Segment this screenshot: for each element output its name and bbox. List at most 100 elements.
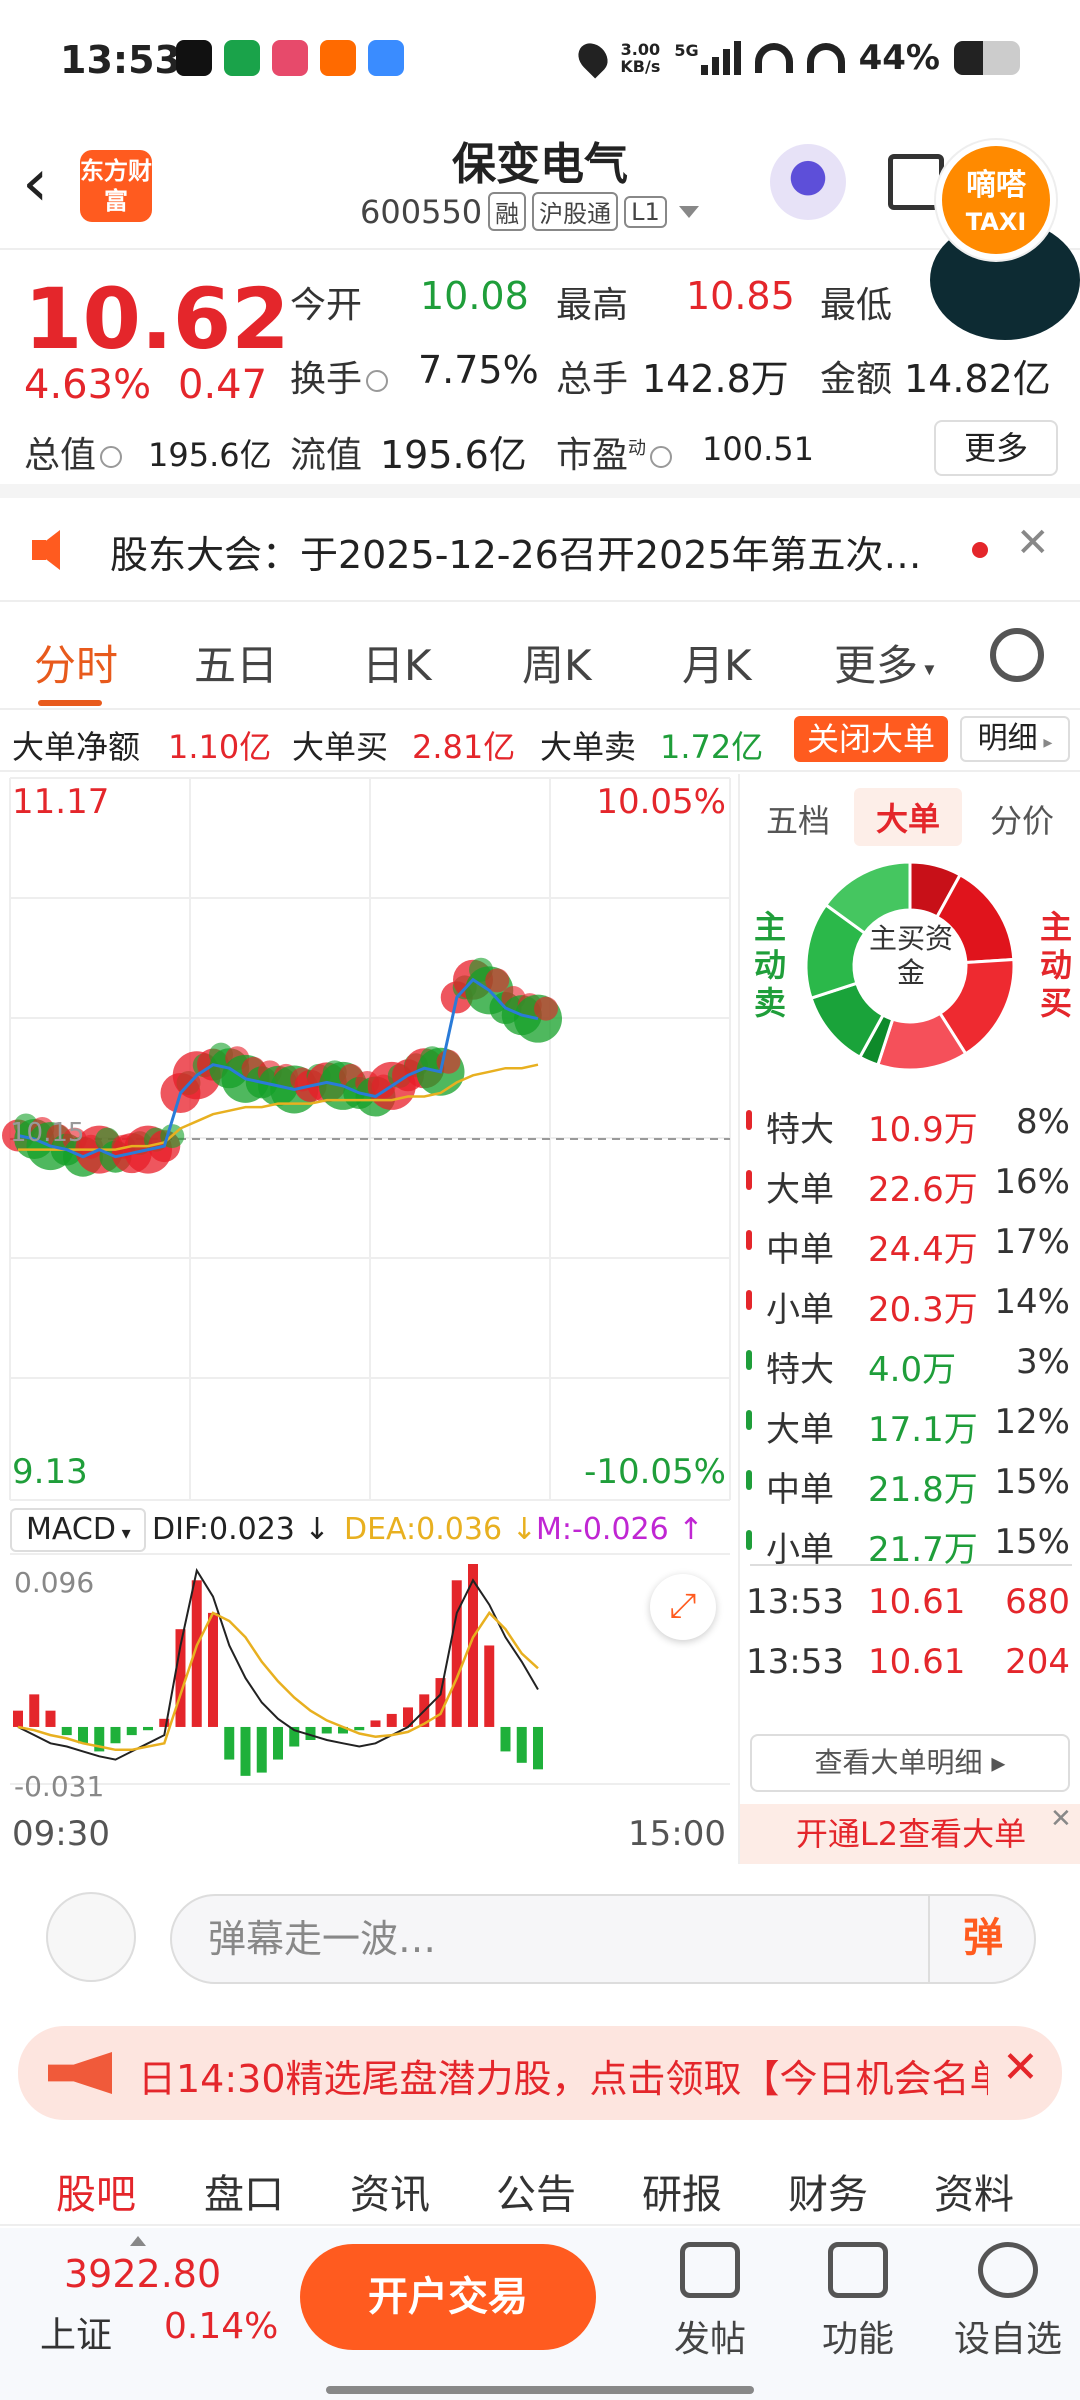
gear-icon[interactable] [990,628,1044,682]
chart-period-tabs: 分时 五日 日K 周K 月K 更多 ▾ [0,604,1080,710]
wifi-icon [754,43,793,73]
tab-research[interactable]: 研报 [642,2162,722,2220]
macd-dif: DIF:0.023 ↓ [152,1512,330,1547]
wifi-icon-2 [806,43,845,73]
flow-value: 22.6万 [868,1170,978,1210]
taxi-ad-button[interactable]: 嘀嗒 TAXI [936,140,1056,260]
flow-pct: 16% [994,1162,1070,1202]
tab-weekly-k[interactable]: 周K [522,632,592,693]
flow-pct: 17% [994,1222,1070,1262]
info-icon[interactable] [650,446,673,468]
function-button[interactable]: 功能 [798,2242,918,2362]
close-icon[interactable]: ✕ [1002,2042,1039,2093]
macd-bar [386,1713,397,1727]
tab-forum[interactable]: 股吧 [56,2162,136,2220]
post-button[interactable]: 发帖 [650,2242,770,2362]
big-order-summary: 大单净额 1.10亿 大单买 2.81亿 大单卖 1.72亿 关闭大单 明细 ▸ [0,712,1080,772]
buy-label: 大单买 [292,728,389,766]
flow-label: 特大 [766,1110,834,1150]
tick-price: 10.61 [868,1582,966,1622]
stock-code-row[interactable]: 600550 融 沪股通 L1 [360,192,699,231]
alibaba-icon [320,40,356,76]
tab-big-order[interactable]: 大单 [854,788,963,846]
flow-marker [746,1290,752,1310]
info-icon[interactable] [366,370,389,392]
detail-button[interactable]: 明细 ▸ [960,716,1070,762]
macd-axis-bottom: -0.031 [14,1770,105,1803]
tab-more[interactable]: 更多 ▾ [834,632,934,693]
comment-settings-icon[interactable] [46,1892,136,1982]
flow-label: 大单 [766,1410,834,1450]
volume-value: 142.8万 [642,357,789,401]
close-icon[interactable]: ✕ [1016,520,1050,566]
high-value: 10.85 [686,274,795,318]
macd-axis-top: 0.096 [14,1566,95,1599]
turnover-value: 7.75% [418,348,539,392]
open-l2-banner[interactable]: 开通L2查看大单 [740,1804,1080,1864]
tab-finance[interactable]: 财务 [788,2162,868,2220]
macd-bar [451,1580,462,1727]
promo-banner[interactable]: 日14:30精选尾盘潜力股，点击领取【今日机会名单 ✕ [18,2026,1062,2120]
tick-volume: 680 [1005,1582,1070,1622]
tab-price-dist[interactable]: 分价 [990,796,1054,842]
info-icon[interactable] [100,446,123,468]
index-value[interactable]: 3922.80 [64,2252,221,2296]
tick-time: 13:53 [746,1582,844,1622]
tiktok-icon [176,40,212,76]
tab-daily-k[interactable]: 日K [362,632,432,693]
tab-monthly-k[interactable]: 月K [682,632,752,693]
macd-selector[interactable]: MACD ▾ [10,1508,146,1552]
danmaku-input[interactable]: 弹幕走一波… [170,1894,1036,1984]
tab-orderbook[interactable]: 盘口 [204,2162,284,2220]
tab-five-level[interactable]: 五档 [766,796,830,842]
open-account-trade-button[interactable]: 开户交易 [300,2244,596,2350]
tick-volume: 204 [1005,1642,1070,1682]
tab-five-day[interactable]: 五日 [194,632,278,693]
unread-dot [972,542,988,558]
flow-row: 中单 21.8万 15% [740,1452,1080,1512]
megaphone-icon [48,2052,112,2094]
macd-bar [435,1678,446,1727]
status-bar: 13:53 3.00 KB/s 5G 44% [0,0,1080,120]
edit-icon [680,2242,740,2298]
amount-label: 金额 [820,359,893,400]
flow-pct: 12% [994,1402,1070,1442]
status-right: 3.00 KB/s 5G 44% [572,37,1020,79]
macd-bar [110,1726,121,1744]
sell-value: 1.72亿 [660,728,764,766]
open-label: 今开 [290,285,363,326]
flow-marker [746,1170,752,1190]
intraday-chart[interactable]: 11.17 10.05% 10.15 9.13 -10.05% MACD ▾ D… [0,774,736,1864]
status-time: 13:53 [60,38,181,82]
close-icon[interactable]: ✕ [1050,1804,1072,1834]
current-price: 10.62 [24,270,290,368]
send-danmaku-button[interactable]: 弹 [928,1894,1036,1984]
tick-row: 13:53 10.61 680 [740,1582,1080,1626]
flow-row: 特大 4.0万 3% [740,1332,1080,1392]
notification-icons [176,40,404,76]
index-name: 上证 [40,2315,113,2356]
active-sell-label: 主动卖 [754,908,787,1022]
flow-value: 17.1万 [868,1410,978,1450]
tab-news[interactable]: 资讯 [350,2162,430,2220]
ai-assistant-icon[interactable] [770,144,846,220]
tab-profile[interactable]: 资料 [934,2162,1014,2220]
tab-intraday[interactable]: 分时 [34,632,118,693]
announcement-bar[interactable]: 股东大会：于2025-12-26召开2025年第五次临... ✕ [0,498,1080,602]
info-tabs: 股吧 盘口 资讯 公告 研报 财务 资料 [0,2140,1080,2226]
add-watchlist-button[interactable]: 设自选 [948,2242,1068,2362]
more-quote-button[interactable]: 更多 [934,420,1058,476]
macd-bar [533,1726,543,1770]
macd-dea: DEA:0.036 ↓ [344,1512,537,1547]
macd-bar [321,1726,332,1734]
flow-marker [746,1410,752,1430]
view-big-order-detail-button[interactable]: 查看大单明细 ▸ [750,1734,1070,1792]
tab-announcements[interactable]: 公告 [496,2162,576,2220]
macd-bar [354,1726,365,1731]
turnover-label: 换手 [290,350,392,402]
expand-icon[interactable]: ⤢ [650,1574,716,1640]
flow-value: 4.0万 [868,1350,957,1390]
app-icon [224,40,260,76]
close-big-order-button[interactable]: 关闭大单 [794,716,948,762]
change-amount: 0.47 [178,362,268,408]
